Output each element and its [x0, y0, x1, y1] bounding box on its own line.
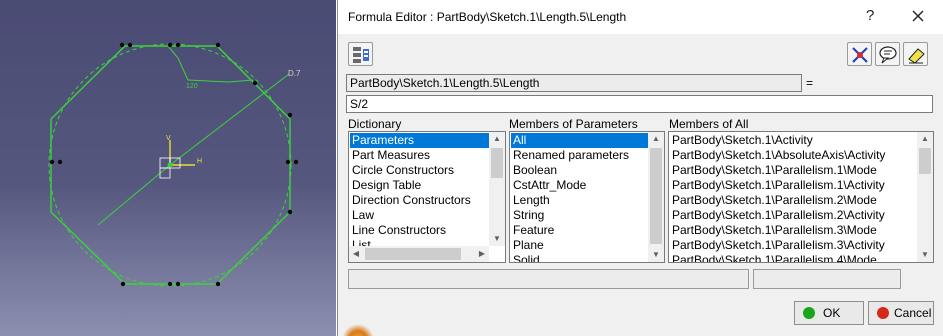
- cancel-button[interactable]: Cancel: [868, 301, 934, 325]
- title-bar: Formula Editor : PartBody\Sketch.1\Lengt…: [338, 0, 943, 34]
- dictionary-item[interactable]: Line Constructors: [350, 223, 489, 238]
- help-button[interactable]: ?: [866, 7, 874, 24]
- scroll-thumb[interactable]: [491, 148, 503, 178]
- cad-viewport[interactable]: V H 120 D.7: [0, 0, 336, 336]
- members-of-parameters-label: Members of Parameters: [509, 117, 638, 131]
- construction-line: [97, 164, 171, 226]
- corner-decoration: [338, 316, 378, 336]
- parameter-type-item[interactable]: String: [511, 208, 648, 223]
- parameter-type-item[interactable]: CstAttr_Mode: [511, 178, 648, 193]
- origin-point: [167, 162, 173, 168]
- measure-button[interactable]: [847, 42, 872, 66]
- members-of-parameters-list[interactable]: All Renamed parameters Boolean CstAttr_M…: [509, 131, 665, 263]
- v-axis-label: V: [166, 135, 171, 142]
- scroll-thumb[interactable]: [650, 148, 662, 244]
- ok-label: OK: [823, 306, 841, 320]
- members-of-all-label: Members of All: [669, 117, 749, 131]
- member-item[interactable]: PartBody\Sketch.1\Parallelism.2\Activity: [670, 208, 917, 223]
- member-item[interactable]: PartBody\Sketch.1\Parallelism.4\Mode: [670, 253, 917, 262]
- parameter-type-item[interactable]: Boolean: [511, 163, 648, 178]
- speech-bubble-icon: [879, 46, 897, 64]
- close-icon: [912, 10, 924, 22]
- member-item[interactable]: PartBody\Sketch.1\AbsoluteAxis\Activity: [670, 148, 917, 163]
- scroll-right-icon[interactable]: ▶: [475, 246, 489, 262]
- dictionary-item[interactable]: Part Measures: [350, 148, 489, 163]
- scroll-left-icon[interactable]: ◀: [349, 246, 363, 262]
- parameter-type-item[interactable]: Length: [511, 193, 648, 208]
- sketch-drawing: V H 120 D.7: [48, 42, 301, 287]
- parameter-type-item[interactable]: Feature: [511, 223, 648, 238]
- dictionary-label: Dictionary: [348, 117, 402, 131]
- ok-icon: [803, 307, 815, 319]
- dictionary-vscroll[interactable]: ▲ ▼: [489, 132, 505, 246]
- scroll-down-icon[interactable]: ▼: [648, 248, 664, 262]
- measure-icon: [852, 47, 868, 63]
- description-field: [348, 269, 749, 289]
- scroll-thumb[interactable]: [919, 148, 931, 174]
- value-field: [753, 269, 901, 289]
- member-item[interactable]: PartBody\Sketch.1\Parallelism.1\Mode: [670, 163, 917, 178]
- members-of-all-vscroll[interactable]: ▲ ▼: [917, 132, 933, 262]
- cancel-label: Cancel: [894, 306, 932, 320]
- member-item[interactable]: PartBody\Sketch.1\Activity: [670, 133, 917, 148]
- members-of-parameters-vscroll[interactable]: ▲ ▼: [648, 132, 664, 262]
- dictionary-item[interactable]: Law: [350, 208, 489, 223]
- dimension-label[interactable]: D.7: [288, 69, 301, 78]
- scroll-up-icon[interactable]: ▲: [917, 132, 933, 146]
- members-of-all-list[interactable]: PartBody\Sketch.1\Activity PartBody\Sket…: [668, 131, 934, 263]
- close-button[interactable]: [908, 6, 928, 26]
- dictionary-item[interactable]: Direction Constructors: [350, 193, 489, 208]
- parameter-type-item[interactable]: Solid: [511, 253, 648, 262]
- dictionary-list[interactable]: Parameters Part Measures Circle Construc…: [348, 131, 506, 263]
- parameter-type-item[interactable]: All: [511, 133, 648, 148]
- scroll-down-icon[interactable]: ▼: [917, 248, 933, 262]
- dictionary-hscroll[interactable]: ◀ ▶: [349, 246, 489, 262]
- dictionary-item[interactable]: List: [350, 238, 489, 246]
- member-item[interactable]: PartBody\Sketch.1\Parallelism.3\Activity: [670, 238, 917, 253]
- dictionary-item[interactable]: Parameters: [350, 133, 489, 148]
- parameter-type-item[interactable]: Plane: [511, 238, 648, 253]
- scroll-thumb[interactable]: [365, 248, 461, 260]
- eraser-icon: [908, 48, 925, 64]
- member-item[interactable]: PartBody\Sketch.1\Parallelism.3\Mode: [670, 223, 917, 238]
- list-options-icon: [353, 47, 369, 63]
- formula-editor-dialog: Formula Editor : PartBody\Sketch.1\Lengt…: [337, 0, 943, 336]
- comment-button[interactable]: [875, 42, 900, 66]
- equals-sign: =: [806, 76, 814, 90]
- parameter-path-field: PartBody\Sketch.1\Length.5\Length: [346, 74, 802, 92]
- angle-label: 120: [186, 83, 198, 90]
- member-item[interactable]: PartBody\Sketch.1\Parallelism.1\Activity: [670, 178, 917, 193]
- scroll-up-icon[interactable]: ▲: [648, 132, 664, 146]
- h-axis-label: H: [197, 158, 202, 165]
- ok-button[interactable]: OK: [794, 301, 864, 325]
- scroll-down-icon[interactable]: ▼: [489, 232, 505, 246]
- cancel-icon: [877, 307, 889, 319]
- dialog-title: Formula Editor : PartBody\Sketch.1\Lengt…: [348, 10, 627, 24]
- dictionary-item[interactable]: Design Table: [350, 178, 489, 193]
- formula-options-button[interactable]: [348, 42, 373, 66]
- scroll-up-icon[interactable]: ▲: [489, 132, 505, 146]
- formula-input[interactable]: S/2: [346, 95, 933, 113]
- member-item[interactable]: PartBody\Sketch.1\Parallelism.2\Mode: [670, 193, 917, 208]
- dictionary-item[interactable]: Circle Constructors: [350, 163, 489, 178]
- parameter-type-item[interactable]: Renamed parameters: [511, 148, 648, 163]
- erase-button[interactable]: [903, 42, 928, 66]
